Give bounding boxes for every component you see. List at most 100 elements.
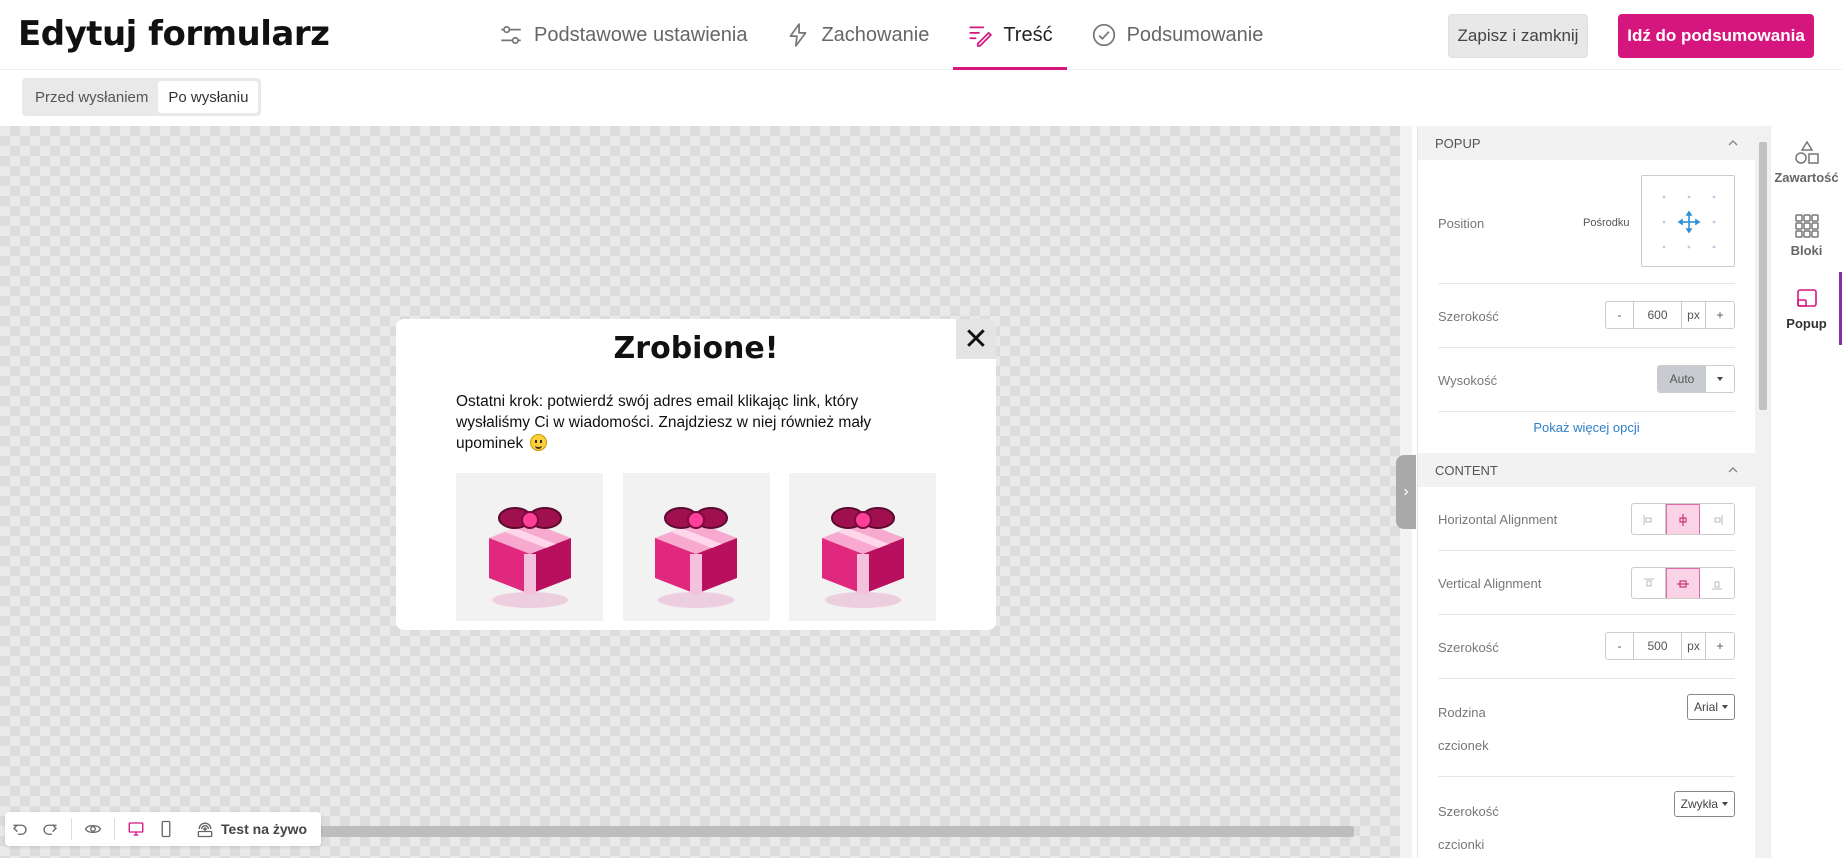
chevron-up-icon — [1728, 140, 1738, 146]
popup-preview[interactable]: ✕ Zrobione! Ostatni krok: potwierdź swój… — [396, 319, 996, 630]
edit-lines-icon — [969, 26, 993, 47]
mobile-icon — [161, 820, 171, 838]
font-family-label-line2: czcionek — [1438, 738, 1489, 753]
save-close-button[interactable]: Zapisz i zamknij — [1448, 14, 1588, 58]
sliders-icon — [501, 26, 521, 44]
check-circle-icon — [1092, 23, 1115, 47]
top-bar: Edytuj formularz Podstawowe ustawienia Z… — [0, 0, 1842, 70]
content-section-header[interactable]: CONTENT — [1418, 453, 1755, 487]
form-state-switch: Przed wysłaniem Po wysłaniu — [22, 78, 262, 116]
align-bottom-button[interactable] — [1700, 568, 1734, 598]
font-family-value: Arial — [1693, 700, 1718, 714]
width-label: Szerokość — [1438, 640, 1499, 655]
popup-section-header[interactable]: POPUP — [1418, 126, 1755, 160]
decrease-button[interactable]: - — [1606, 633, 1634, 659]
align-right-button[interactable] — [1700, 504, 1734, 534]
before-send-toggle[interactable]: Przed wysłaniem — [25, 81, 158, 113]
width-label: Szerokość — [1438, 309, 1499, 324]
h-align-label: Horizontal Alignment — [1438, 512, 1558, 527]
chevron-down-icon — [1706, 366, 1734, 392]
popup-width-input[interactable]: 600 — [1634, 302, 1682, 328]
after-send-toggle[interactable]: Po wysłaniu — [158, 81, 259, 113]
gift-image[interactable] — [456, 473, 603, 621]
caret-down-icon — [1722, 705, 1728, 709]
align-middle-button[interactable] — [1666, 568, 1700, 598]
section-title: CONTENT — [1435, 462, 1498, 478]
tab-behavior[interactable]: Zachowanie — [771, 0, 943, 70]
tab-basic-settings[interactable]: Podstawowe ustawienia — [484, 0, 761, 70]
content-width-input[interactable]: 500 — [1634, 633, 1682, 659]
gift-icon — [821, 507, 904, 608]
main-nav: Podstawowe ustawienia Zachowanie Treść P… — [484, 0, 1287, 70]
vertical-alignment-row: Vertical Alignment — [1438, 551, 1735, 615]
font-family-select[interactable]: Arial — [1686, 694, 1735, 720]
gift-images — [456, 473, 936, 621]
align-center-button[interactable] — [1666, 504, 1700, 534]
live-test-button[interactable]: Test na żywo — [185, 812, 322, 846]
desktop-view-button[interactable] — [121, 812, 151, 846]
height-select[interactable]: Auto — [1657, 365, 1735, 393]
popup-message: Ostatni krok: potwierdź swój adres email… — [456, 393, 872, 452]
redo-button[interactable] — [35, 812, 65, 846]
redo-icon — [43, 824, 57, 835]
chevron-up-icon — [1728, 467, 1738, 473]
canvas-horizontal-scrollbar[interactable] — [300, 826, 1354, 837]
increase-button[interactable]: + — [1706, 302, 1734, 328]
desktop-icon — [128, 822, 144, 836]
undo-button[interactable] — [5, 812, 35, 846]
grid-icon — [1794, 214, 1819, 238]
align-center-icon — [1679, 514, 1687, 526]
font-weight-row: Szerokość czcionki Zwykła — [1438, 777, 1735, 852]
rail-item-popup[interactable]: Popup — [1771, 272, 1842, 345]
section-title: POPUP — [1435, 135, 1481, 151]
panel-scrollbar-thumb[interactable] — [1759, 142, 1767, 410]
font-family-label: Rodzina — [1438, 705, 1486, 720]
lightning-icon — [790, 23, 807, 47]
shapes-icon — [1794, 140, 1819, 164]
position-picker[interactable] — [1641, 175, 1735, 267]
tab-summary[interactable]: Podsumowanie — [1077, 0, 1278, 70]
gift-icon — [488, 507, 571, 608]
unit-label: px — [1682, 302, 1706, 328]
content-width-row: Szerokość - 500 px + — [1438, 615, 1735, 679]
gift-image[interactable] — [622, 473, 770, 621]
v-align-group — [1631, 567, 1735, 599]
caret-down-icon — [1722, 802, 1728, 806]
show-more-options-link[interactable]: Pokaż więcej opcji — [1418, 412, 1755, 445]
toolbar-divider — [71, 818, 72, 840]
align-top-button[interactable] — [1632, 568, 1666, 598]
toolbar-divider — [114, 818, 115, 840]
height-label: Wysokość — [1438, 373, 1498, 388]
rail-item-content[interactable]: Zawartość — [1771, 126, 1842, 199]
position-value: Pośrodku — [1583, 217, 1630, 229]
properties-panel: POPUP Position Pośrodku Szerokość - 600 … — [1417, 126, 1755, 858]
h-align-group — [1631, 503, 1735, 535]
tab-label: Zachowanie — [821, 23, 930, 46]
position-row: Position Pośrodku — [1438, 160, 1735, 284]
tab-content[interactable]: Treść — [953, 0, 1067, 70]
increase-button[interactable]: + — [1706, 633, 1734, 659]
popup-text[interactable]: Ostatni krok: potwierdź swój adres email… — [456, 391, 926, 454]
tab-label: Podstawowe ustawienia — [534, 23, 748, 46]
position-grid-icon — [1662, 195, 1716, 249]
panel-collapse-handle[interactable]: › — [1396, 455, 1416, 529]
align-middle-icon — [1677, 580, 1689, 588]
font-weight-label: Szerokość — [1438, 804, 1499, 819]
popup-icon — [1796, 289, 1817, 307]
rail-item-blocks[interactable]: Bloki — [1771, 199, 1842, 272]
go-summary-button[interactable]: Idź do podsumowania — [1618, 14, 1814, 58]
rail-label: Popup — [1786, 316, 1827, 331]
align-top-icon — [1643, 578, 1654, 587]
mobile-view-button[interactable] — [151, 812, 181, 846]
align-left-button[interactable] — [1632, 504, 1666, 534]
gift-image[interactable] — [789, 473, 936, 621]
align-left-icon — [1643, 515, 1651, 525]
preview-button[interactable] — [78, 812, 108, 846]
decrease-button[interactable]: - — [1606, 302, 1634, 328]
font-weight-select[interactable]: Zwykła — [1673, 791, 1735, 817]
horizontal-alignment-row: Horizontal Alignment — [1438, 487, 1735, 551]
popup-title[interactable]: Zrobione! — [396, 331, 996, 366]
position-label: Position — [1438, 216, 1485, 231]
height-value: Auto — [1658, 366, 1706, 392]
right-rail: Zawartość Bloki Popup — [1770, 126, 1842, 858]
